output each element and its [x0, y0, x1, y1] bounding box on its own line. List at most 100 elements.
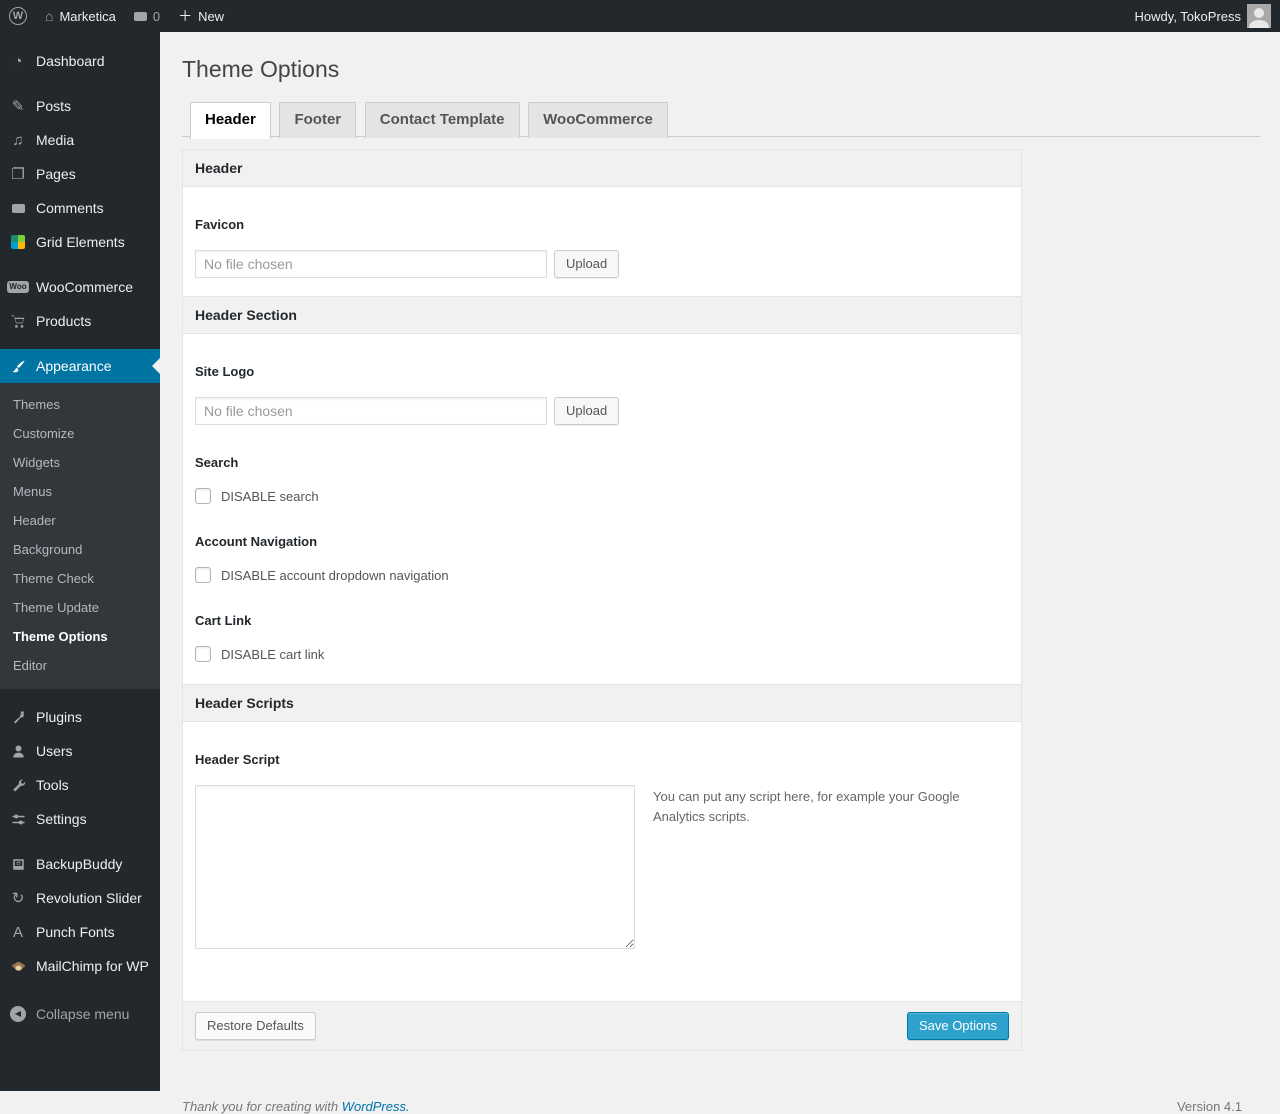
disable-search-checkbox[interactable]	[195, 488, 211, 504]
wordpress-logo-icon: W	[9, 7, 27, 25]
section-header-section-title: Header Section	[183, 297, 1021, 334]
sidebar-item-plugins[interactable]: Plugins	[0, 700, 160, 734]
tab-woocommerce[interactable]: WooCommerce	[528, 102, 668, 138]
save-options-button[interactable]: Save Options	[907, 1012, 1009, 1040]
section-header-scripts-title: Header Scripts	[183, 685, 1021, 722]
active-menu-arrow-icon	[152, 358, 160, 374]
footer-thanks-text: Thank you for creating with WordPress.	[182, 1099, 410, 1114]
appearance-submenu: Themes Customize Widgets Menus Header Ba…	[0, 383, 160, 689]
sidebar-item-revolution-slider[interactable]: ↻ Revolution Slider	[0, 881, 160, 915]
submenu-item-widgets[interactable]: Widgets	[0, 448, 160, 477]
sidebar-item-mailchimp[interactable]: MailChimp for WP	[0, 949, 160, 983]
footer-version-text: Version 4.1	[1177, 1099, 1242, 1114]
howdy-text: Howdy, TokoPress	[1135, 9, 1241, 24]
sidebar-item-users[interactable]: Users	[0, 734, 160, 768]
header-script-textarea[interactable]	[195, 785, 635, 949]
sidebar-item-posts[interactable]: ✎ Posts	[0, 89, 160, 123]
sidebar-item-comments[interactable]: Comments	[0, 191, 160, 225]
sidebar-item-products[interactable]: Products	[0, 304, 160, 338]
sidebar-item-backupbuddy[interactable]: BackupBuddy	[0, 847, 160, 881]
disable-account-nav-checkbox[interactable]	[195, 567, 211, 583]
header-script-help-text: You can put any script here, for example…	[653, 787, 963, 827]
account-menu[interactable]: Howdy, TokoPress	[1126, 0, 1280, 32]
restore-defaults-button[interactable]: Restore Defaults	[195, 1012, 316, 1040]
page-title: Theme Options	[182, 56, 1260, 83]
sidebar-item-label: Appearance	[36, 358, 112, 374]
footer-thanks-prefix: Thank you for creating with	[182, 1099, 338, 1114]
wordpress-link[interactable]: WordPress.	[342, 1099, 410, 1114]
sidebar-item-appearance[interactable]: Appearance	[0, 349, 160, 383]
tab-header[interactable]: Header	[190, 102, 271, 139]
sidebar-item-label: Grid Elements	[36, 234, 125, 250]
sliders-icon	[8, 812, 28, 827]
submenu-item-theme-check[interactable]: Theme Check	[0, 564, 160, 593]
submenu-item-editor[interactable]: Editor	[0, 651, 160, 680]
cart-link-label: Cart Link	[195, 613, 1009, 628]
woocommerce-badge-icon: Woo	[8, 281, 28, 293]
main-content: Theme Options Header Footer Contact Temp…	[160, 32, 1280, 1091]
tab-bar: Header Footer Contact Template WooCommer…	[182, 101, 1260, 137]
sidebar-item-tools[interactable]: Tools	[0, 768, 160, 802]
section-header-section-body: Site Logo Upload Search DISABLE search A…	[183, 334, 1021, 685]
disable-search-checkbox-label[interactable]: DISABLE search	[221, 489, 319, 504]
sidebar-item-media[interactable]: ♫ Media	[0, 123, 160, 157]
user-icon	[8, 744, 28, 759]
theme-options-panel: Header Favicon Upload Header Section Sit…	[182, 149, 1022, 1051]
sidebar-item-label: Users	[36, 743, 73, 759]
submenu-item-theme-update[interactable]: Theme Update	[0, 593, 160, 622]
sidebar-item-label: Plugins	[36, 709, 82, 725]
comments-bubble-icon	[8, 204, 28, 213]
avatar	[1247, 4, 1271, 28]
site-logo-file-input[interactable]	[195, 397, 547, 425]
submenu-item-background[interactable]: Background	[0, 535, 160, 564]
favicon-upload-button[interactable]: Upload	[554, 250, 619, 278]
sidebar-item-grid-elements[interactable]: Grid Elements	[0, 225, 160, 259]
sidebar-item-pages[interactable]: ❐ Pages	[0, 157, 160, 191]
sidebar-item-punch-fonts[interactable]: A Punch Fonts	[0, 915, 160, 949]
sidebar-item-label: Pages	[36, 166, 76, 182]
wordpress-menu-button[interactable]: W	[0, 0, 36, 32]
tab-footer[interactable]: Footer	[279, 102, 356, 138]
sidebar-item-label: Settings	[36, 811, 87, 827]
letter-a-icon: A	[8, 925, 28, 940]
favicon-file-input[interactable]	[195, 250, 547, 278]
admin-sidebar: ◔ Dashboard ✎ Posts ♫ Media ❐ Pages Comm…	[0, 32, 160, 1091]
new-content-button[interactable]: ＋ New	[169, 0, 233, 32]
collapse-menu-label: Collapse menu	[36, 1006, 129, 1022]
disable-account-nav-checkbox-label[interactable]: DISABLE account dropdown navigation	[221, 568, 449, 583]
sidebar-item-label: Media	[36, 132, 74, 148]
comments-moderation-link[interactable]: 0	[125, 0, 169, 32]
media-icon: ♫	[8, 133, 28, 148]
disable-cart-link-checkbox[interactable]	[195, 646, 211, 662]
tab-contact-template[interactable]: Contact Template	[365, 102, 520, 138]
plus-icon: ＋	[178, 9, 192, 23]
plug-icon	[8, 710, 28, 725]
collapse-menu-button[interactable]: ◀ Collapse menu	[0, 997, 160, 1031]
home-icon: ⌂	[45, 9, 53, 23]
new-label: New	[198, 9, 224, 24]
sidebar-item-woocommerce[interactable]: Woo WooCommerce	[0, 270, 160, 304]
submenu-item-customize[interactable]: Customize	[0, 419, 160, 448]
submenu-item-header[interactable]: Header	[0, 506, 160, 535]
refresh-icon: ↻	[8, 891, 28, 906]
submenu-item-menus[interactable]: Menus	[0, 477, 160, 506]
disable-cart-link-checkbox-label[interactable]: DISABLE cart link	[221, 647, 324, 662]
sidebar-item-label: Products	[36, 313, 91, 329]
favicon-label: Favicon	[195, 217, 1009, 232]
header-script-label: Header Script	[195, 752, 1009, 767]
sidebar-item-dashboard[interactable]: ◔ Dashboard	[0, 44, 160, 78]
sidebar-item-label: Revolution Slider	[36, 890, 142, 906]
site-link[interactable]: ⌂ Marketica	[36, 0, 125, 32]
comments-bubble-icon	[134, 12, 147, 21]
paintbrush-icon	[8, 359, 28, 374]
monkey-icon	[8, 959, 28, 974]
sidebar-item-settings[interactable]: Settings	[0, 802, 160, 836]
site-logo-upload-button[interactable]: Upload	[554, 397, 619, 425]
comments-count: 0	[153, 9, 160, 24]
submenu-item-themes[interactable]: Themes	[0, 390, 160, 419]
account-navigation-label: Account Navigation	[195, 534, 1009, 549]
submenu-item-theme-options[interactable]: Theme Options	[0, 622, 160, 651]
tools-icon	[8, 778, 28, 793]
admin-bar: W ⌂ Marketica 0 ＋ New Howdy, TokoPress	[0, 0, 1280, 32]
pin-icon: ✎	[8, 99, 28, 114]
